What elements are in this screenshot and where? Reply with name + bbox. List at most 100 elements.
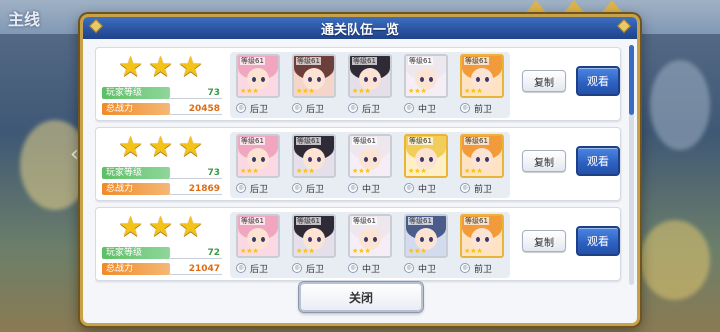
character-position: ◎ 后卫 bbox=[236, 102, 284, 115]
character-position: ◎ 后卫 bbox=[292, 102, 340, 115]
team-card: ★ ★ ★ 玩家等级 72 总战力 21047 ★★★ 等级61 ◎ 后卫 ★★★ 等级61 ◎ 后卫 ★★★… bbox=[95, 207, 621, 281]
clear-rating-stars: ★ ★ ★ bbox=[118, 210, 204, 243]
scrollbar[interactable] bbox=[629, 45, 634, 285]
position-icon: ◎ bbox=[460, 263, 470, 273]
position-icon: ◎ bbox=[348, 183, 358, 193]
character-portrait: ★★★ 等级61 bbox=[236, 214, 280, 258]
team-member[interactable]: ★★★ 等级61 ◎ 后卫 bbox=[288, 134, 340, 196]
character-portrait: ★★★ 等级61 bbox=[404, 54, 448, 98]
character-portrait: ★★★ 等级61 bbox=[292, 134, 336, 178]
character-level-tag: 等级61 bbox=[240, 137, 265, 145]
close-button[interactable]: 关闭 bbox=[299, 282, 423, 312]
team-member[interactable]: ★★★ 等级61 ◎ 后卫 bbox=[288, 214, 340, 276]
character-portrait: ★★★ 等级61 bbox=[460, 134, 504, 178]
character-portrait: ★★★ 等级61 bbox=[404, 214, 448, 258]
team-members: ★★★ 等级61 ◎ 后卫 ★★★ 等级61 ◎ 后卫 ★★★ 等级61 ◎ 中卫 ★★★ 等级61 ◎ 中卫… bbox=[230, 212, 510, 278]
dialog-header: 通关队伍一览 bbox=[83, 17, 637, 39]
star-icon: ★ bbox=[178, 130, 204, 163]
position-label: 后卫 bbox=[250, 184, 269, 195]
copy-team-button[interactable]: 复制 bbox=[522, 150, 566, 172]
position-icon: ◎ bbox=[292, 183, 302, 193]
star-icon: ★ bbox=[148, 50, 174, 83]
character-portrait: ★★★ 等级61 bbox=[236, 134, 280, 178]
position-icon: ◎ bbox=[404, 263, 414, 273]
position-icon: ◎ bbox=[348, 103, 358, 113]
player-level: 玩家等级 72 bbox=[102, 247, 222, 259]
copy-team-button[interactable]: 复制 bbox=[522, 230, 566, 252]
character-level-tag: 等级61 bbox=[240, 57, 265, 65]
total-power: 总战力 21869 bbox=[102, 183, 222, 195]
character-level-tag: 等级61 bbox=[464, 217, 489, 225]
team-member[interactable]: ★★★ 等级61 ◎ 前卫 bbox=[456, 54, 508, 116]
character-level-tag: 等级61 bbox=[352, 57, 377, 65]
character-position: ◎ 中卫 bbox=[404, 102, 452, 115]
character-position: ◎ 后卫 bbox=[236, 182, 284, 195]
team-card: ★ ★ ★ 玩家等级 73 总战力 21869 ★★★ 等级61 ◎ 后卫 ★★★ 等级61 ◎ 后卫 ★★★… bbox=[95, 127, 621, 201]
character-level-tag: 等级61 bbox=[296, 57, 321, 65]
character-position: ◎ 中卫 bbox=[404, 262, 452, 275]
character-portrait: ★★★ 等级61 bbox=[348, 54, 392, 98]
position-label: 后卫 bbox=[306, 104, 325, 115]
total-power-value: 21047 bbox=[170, 264, 222, 275]
position-icon: ◎ bbox=[292, 263, 302, 273]
position-label: 中卫 bbox=[362, 264, 381, 275]
character-portrait: ★★★ 等级61 bbox=[460, 54, 504, 98]
position-icon: ◎ bbox=[292, 103, 302, 113]
total-power-value: 20458 bbox=[170, 104, 222, 115]
team-member[interactable]: ★★★ 等级61 ◎ 后卫 bbox=[288, 54, 340, 116]
position-label: 中卫 bbox=[418, 104, 437, 115]
team-member[interactable]: ★★★ 等级61 ◎ 后卫 bbox=[232, 214, 284, 276]
position-icon: ◎ bbox=[460, 103, 470, 113]
star-icon: ★ bbox=[148, 210, 174, 243]
team-member[interactable]: ★★★ 等级61 ◎ 前卫 bbox=[456, 214, 508, 276]
team-list[interactable]: ★ ★ ★ 玩家等级 73 总战力 20458 ★★★ 等级61 ◎ 后卫 ★★★ 等级61 ◎ 后卫 ★★★… bbox=[95, 43, 623, 287]
player-level-label: 玩家等级 bbox=[102, 87, 170, 99]
character-level-tag: 等级61 bbox=[408, 217, 433, 225]
chevron-left-icon[interactable]: ‹ bbox=[70, 142, 79, 167]
position-label: 中卫 bbox=[418, 264, 437, 275]
position-icon: ◎ bbox=[404, 103, 414, 113]
team-member[interactable]: ★★★ 等级61 ◎ 中卫 bbox=[400, 134, 452, 196]
team-member[interactable]: ★★★ 等级61 ◎ 中卫 bbox=[344, 214, 396, 276]
view-replay-button[interactable]: 观看 bbox=[576, 146, 620, 176]
team-members: ★★★ 等级61 ◎ 后卫 ★★★ 等级61 ◎ 后卫 ★★★ 等级61 ◎ 后卫 ★★★ 等级61 ◎ 中卫… bbox=[230, 52, 510, 118]
star-icon: ★ bbox=[118, 130, 144, 163]
view-replay-button[interactable]: 观看 bbox=[576, 226, 620, 256]
team-member[interactable]: ★★★ 等级61 ◎ 后卫 bbox=[344, 54, 396, 116]
team-member[interactable]: ★★★ 等级61 ◎ 后卫 bbox=[232, 134, 284, 196]
team-member[interactable]: ★★★ 等级61 ◎ 中卫 bbox=[400, 54, 452, 116]
position-label: 前卫 bbox=[474, 264, 493, 275]
team-member[interactable]: ★★★ 等级61 ◎ 前卫 bbox=[456, 134, 508, 196]
star-icon: ★ bbox=[178, 210, 204, 243]
character-level-tag: 等级61 bbox=[408, 137, 433, 145]
character-portrait: ★★★ 等级61 bbox=[404, 134, 448, 178]
team-card: ★ ★ ★ 玩家等级 73 总战力 20458 ★★★ 等级61 ◎ 后卫 ★★★ 等级61 ◎ 后卫 ★★★… bbox=[95, 47, 621, 121]
view-replay-button[interactable]: 观看 bbox=[576, 66, 620, 96]
star-icon: ★ bbox=[118, 210, 144, 243]
player-level-value: 72 bbox=[170, 248, 222, 259]
position-label: 前卫 bbox=[474, 184, 493, 195]
team-member[interactable]: ★★★ 等级61 ◎ 中卫 bbox=[400, 214, 452, 276]
ornament-icon bbox=[616, 18, 632, 34]
total-power-label: 总战力 bbox=[102, 103, 170, 115]
player-level: 玩家等级 73 bbox=[102, 87, 222, 99]
total-power-label: 总战力 bbox=[102, 183, 170, 195]
background-decoration bbox=[640, 220, 710, 300]
character-portrait: ★★★ 等级61 bbox=[292, 54, 336, 98]
character-position: ◎ 后卫 bbox=[292, 262, 340, 275]
character-portrait: ★★★ 等级61 bbox=[348, 134, 392, 178]
character-level-tag: 等级61 bbox=[296, 217, 321, 225]
team-member[interactable]: ★★★ 等级61 ◎ 后卫 bbox=[232, 54, 284, 116]
position-icon: ◎ bbox=[404, 183, 414, 193]
copy-team-button[interactable]: 复制 bbox=[522, 70, 566, 92]
character-level-tag: 等级61 bbox=[296, 137, 321, 145]
scrollbar-thumb[interactable] bbox=[629, 45, 634, 115]
team-member[interactable]: ★★★ 等级61 ◎ 中卫 bbox=[344, 134, 396, 196]
star-icon: ★ bbox=[148, 130, 174, 163]
character-position: ◎ 中卫 bbox=[348, 262, 396, 275]
clear-rating-stars: ★ ★ ★ bbox=[118, 50, 204, 83]
clear-rating-stars: ★ ★ ★ bbox=[118, 130, 204, 163]
position-label: 后卫 bbox=[306, 264, 325, 275]
character-position: ◎ 前卫 bbox=[460, 182, 508, 195]
player-level-label: 玩家等级 bbox=[102, 247, 170, 259]
